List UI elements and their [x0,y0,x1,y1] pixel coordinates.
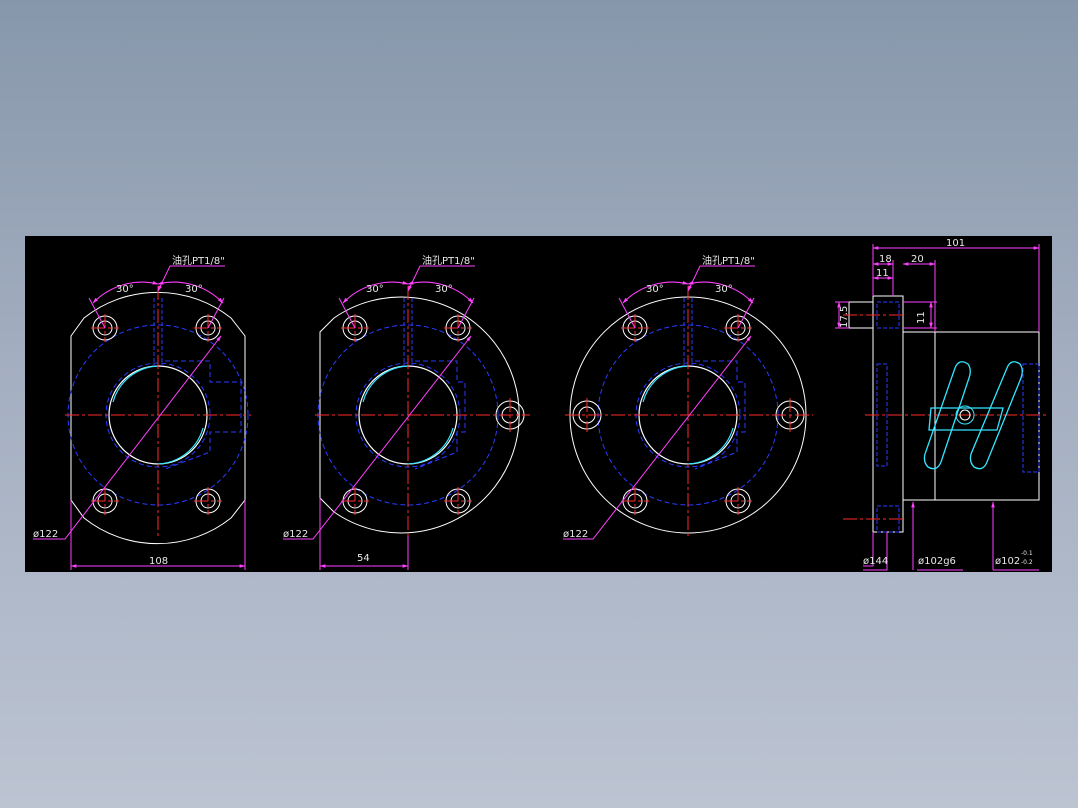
dia-flange-label: ø144 [863,556,888,567]
dim-total-label: 101 [946,238,965,249]
drawing-svg: 油孔PT1/8" 30° 30° ø122 108 油孔PT1/8" 30° 3… [33,238,1047,571]
pcd-label: ø122 [563,529,588,540]
dim-11-right-label: 11 [916,311,927,324]
pcd-label: ø122 [33,529,58,540]
angle-left-label: 30° [646,284,664,295]
dim-20-label: 20 [911,254,924,265]
oil-hole-label: 油孔PT1/8" [422,254,475,267]
angle-left-label: 30° [366,284,384,295]
dia-body-tol-lower: -0.2 [1021,559,1033,566]
bottom-dim-label: 54 [357,553,370,564]
dim-17-5-label: 17.5 [839,306,850,328]
side-view: 101 18 20 11 11 17.5 ø144 ø102g6 ø102 -0… [835,238,1047,571]
angle-right-label: 30° [185,284,203,295]
dim-11-top-label: 11 [876,268,889,279]
dim-18-label: 18 [879,254,892,265]
front-view-1: 油孔PT1/8" 30° 30° ø122 108 [33,254,251,570]
oil-hole-label: 油孔PT1/8" [702,254,755,267]
dia-pilot-label: ø102g6 [918,556,956,567]
front-view-3: 油孔PT1/8" 30° 30° ø122 [563,254,813,540]
dia-body-tol-upper: -0.1 [1021,550,1033,557]
angle-right-label: 30° [435,284,453,295]
angle-right-label: 30° [715,284,733,295]
bottom-dim-label: 108 [149,556,168,567]
oil-hole-label: 油孔PT1/8" [172,254,225,267]
dia-body-label: ø102 [995,556,1020,567]
front-view-2: 油孔PT1/8" 30° 30° ø122 54 [283,254,530,570]
pcd-label: ø122 [283,529,308,540]
cad-drawing-canvas: 油孔PT1/8" 30° 30° ø122 108 油孔PT1/8" 30° 3… [25,236,1052,572]
angle-left-label: 30° [116,284,134,295]
nut-body [902,331,1040,501]
